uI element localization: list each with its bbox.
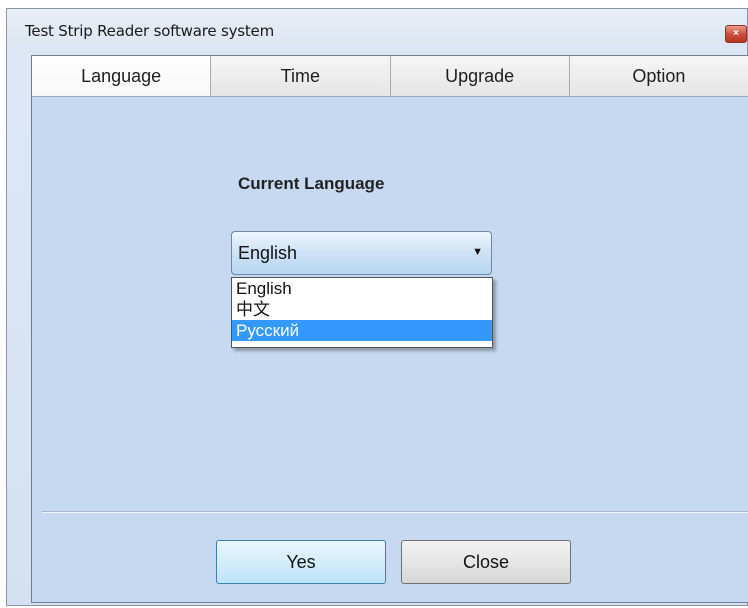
divider <box>42 511 748 513</box>
tab-bar: Language Time Upgrade Option <box>32 56 748 97</box>
app-window: Test Strip Reader software system × Lang… <box>6 8 748 606</box>
yes-button[interactable]: Yes <box>216 540 386 584</box>
close-icon: × <box>733 28 739 39</box>
language-option-russian[interactable]: Русский <box>232 320 492 341</box>
chevron-down-icon: ▼ <box>472 246 483 258</box>
settings-panel: Language Time Upgrade Option Current Lan… <box>31 55 748 603</box>
language-select-value: English <box>238 243 298 263</box>
language-option-english[interactable]: English <box>232 278 492 299</box>
current-language-heading: Current Language <box>238 174 385 193</box>
tab-upgrade[interactable]: Upgrade <box>391 56 570 96</box>
tab-option[interactable]: Option <box>570 56 748 96</box>
language-option-chinese[interactable]: 中文 <box>232 299 492 320</box>
title-bar[interactable]: Test Strip Reader software system × <box>7 9 747 53</box>
tab-time[interactable]: Time <box>211 56 391 96</box>
tab-language[interactable]: Language <box>32 56 212 96</box>
close-button[interactable]: Close <box>401 540 571 584</box>
window-title: Test Strip Reader software system <box>25 22 275 40</box>
language-dropdown-list: English 中文 Русский <box>231 277 493 348</box>
window-close-button[interactable]: × <box>725 25 747 43</box>
language-select[interactable]: English ▼ <box>231 231 492 275</box>
